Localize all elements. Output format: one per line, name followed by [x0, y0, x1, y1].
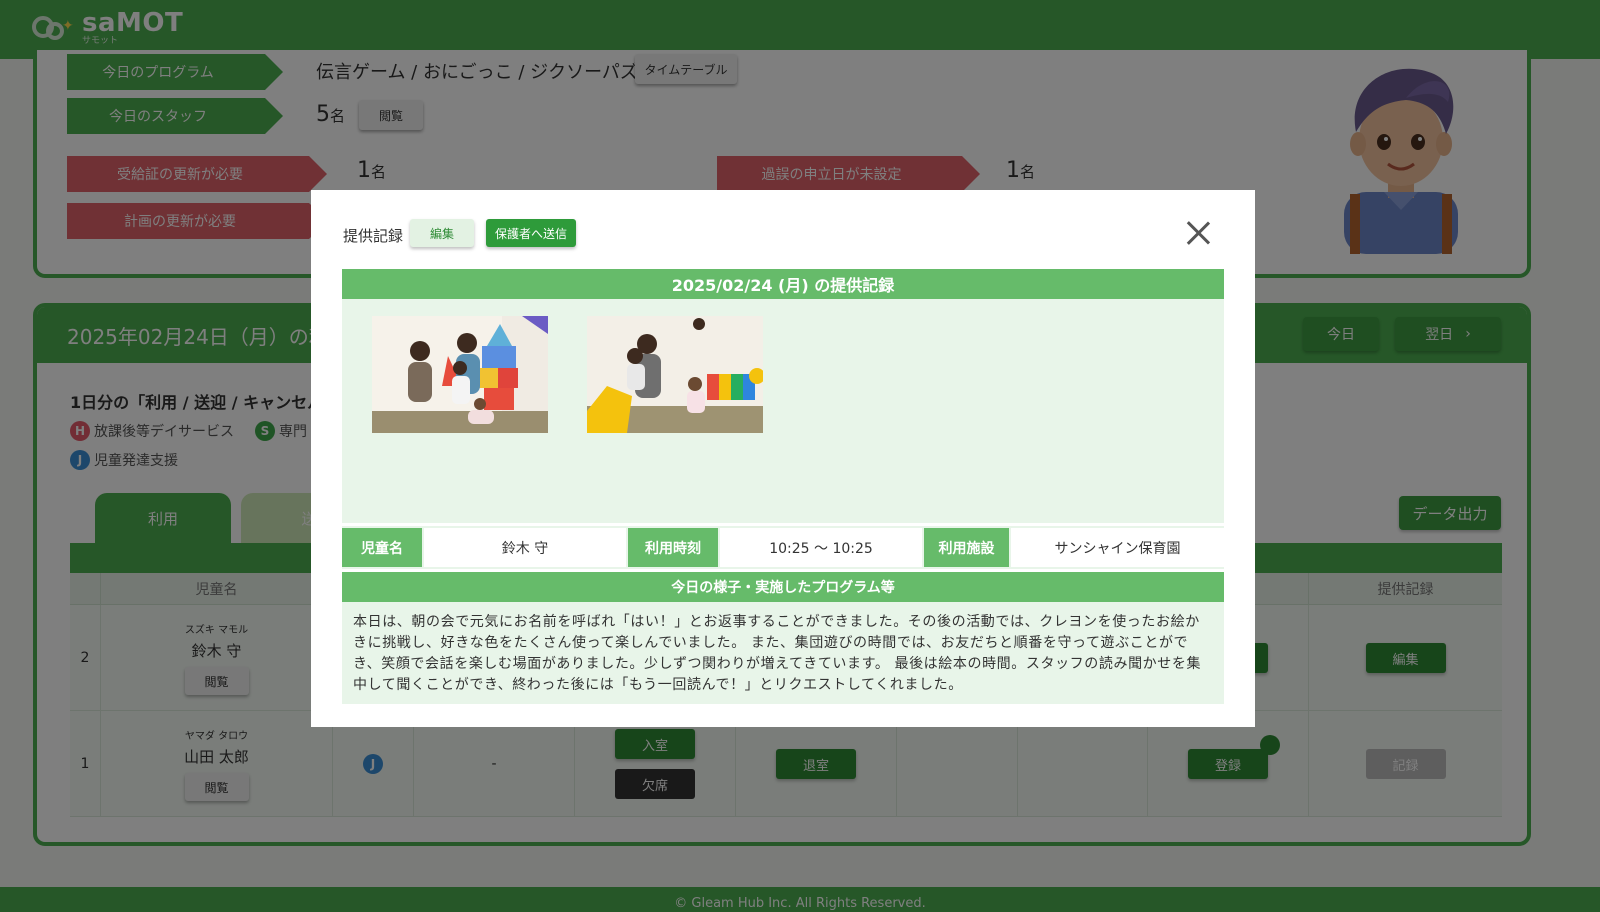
close-icon[interactable] — [1185, 220, 1211, 246]
daily-notes-text: 本日は、朝の会で元気にお名前を呼ばれ「はい！」とお返事することができました。その… — [342, 602, 1224, 704]
modal-record-title: 2025/02/24 (月) の提供記録 — [342, 269, 1224, 299]
service-record-modal: 提供記録 編集 保護者へ送信 2025/02/24 (月) の提供記録 児童名 … — [311, 190, 1255, 727]
child-name-label: 児童名 — [342, 528, 422, 567]
daily-notes-title: 今日の様子・実施したプログラム等 — [342, 572, 1224, 602]
photo-area — [342, 299, 1224, 523]
send-to-guardian-button[interactable]: 保護者へ送信 — [486, 219, 576, 247]
child-name-value: 鈴木 守 — [424, 528, 626, 567]
usage-time-value: 10:25 〜 10:25 — [720, 528, 922, 567]
facility-value: サンシャイン保育園 — [1011, 528, 1224, 567]
activity-photo[interactable] — [372, 316, 548, 433]
modal-edit-button[interactable]: 編集 — [410, 219, 474, 247]
activity-photo[interactable] — [587, 316, 763, 433]
record-info-row: 児童名 鈴木 守 利用時刻 10:25 〜 10:25 利用施設 サンシャイン保… — [342, 526, 1224, 569]
usage-time-label: 利用時刻 — [628, 528, 718, 567]
modal-label: 提供記録 — [343, 227, 404, 245]
facility-label: 利用施設 — [924, 528, 1009, 567]
